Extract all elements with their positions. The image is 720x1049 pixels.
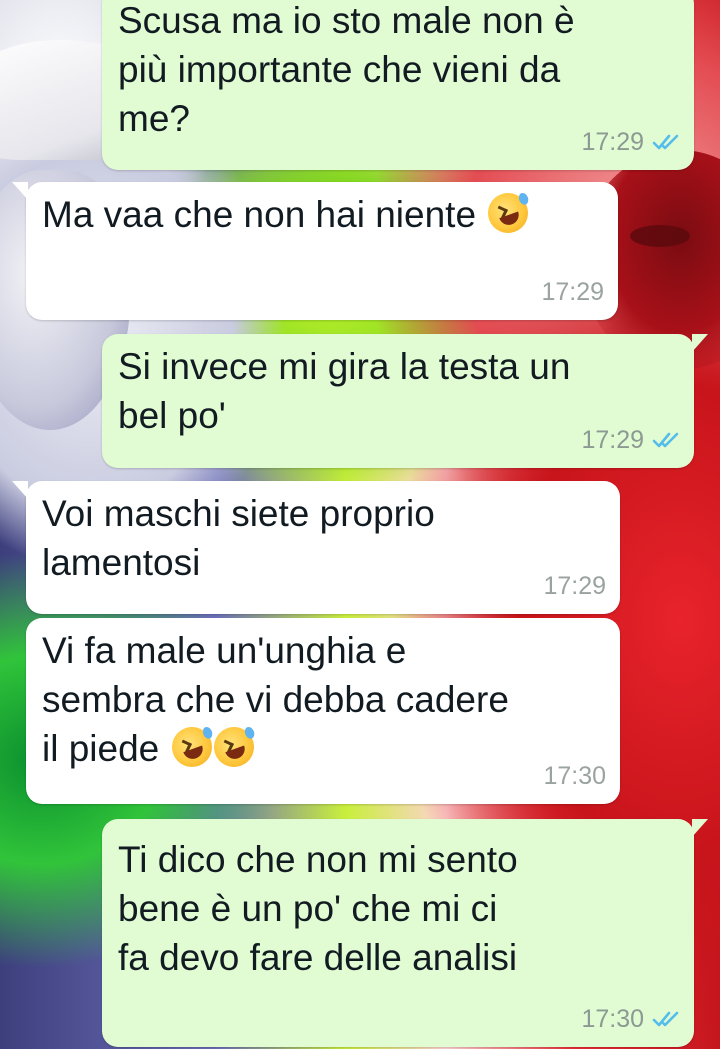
bubble-tail: [12, 182, 28, 200]
message-bubble-incoming[interactable]: Vi fa male un'unghia e sembra che vi deb…: [26, 618, 620, 804]
message-time: 17:30: [543, 762, 606, 790]
message-text: Ti dico che non mi sento bene è un po' c…: [118, 839, 518, 978]
message-list[interactable]: Scusa ma io sto male non è più important…: [0, 0, 720, 1049]
message-time: 17:30: [581, 1005, 644, 1033]
bubble-tail: [692, 819, 708, 837]
message-meta: 17:29: [581, 426, 680, 454]
message-meta: 17:29: [543, 572, 606, 600]
message-text-content: Ma vaa che non hai niente: [42, 194, 487, 235]
double-check-blue-icon: [652, 432, 679, 448]
double-check-blue-icon: [652, 134, 679, 150]
bubble-tail: [692, 334, 708, 352]
rolling-on-the-floor-laughing-icon: [482, 187, 534, 239]
message-text: Voi maschi siete proprio lamentosi: [42, 493, 435, 583]
message-text: Ma vaa che non hai niente: [42, 187, 604, 239]
message-meta: 17:29: [581, 128, 680, 156]
message-meta: 17:29: [541, 278, 604, 306]
message-text: Scusa ma io sto male non è più important…: [118, 0, 575, 139]
message-bubble-outgoing[interactable]: Si invece mi gira la testa un bel po' 17…: [102, 334, 708, 468]
message-bubble-incoming[interactable]: Voi maschi siete proprio lamentosi 17:29: [12, 481, 620, 614]
message-time: 17:29: [581, 128, 644, 156]
message-text-content: Vi fa male un'unghia e sembra che vi deb…: [42, 630, 509, 769]
bubble-tail: [12, 481, 28, 499]
rolling-on-the-floor-laughing-icon: [165, 721, 218, 773]
double-check-blue-icon: [652, 1011, 679, 1027]
message-meta: 17:30: [581, 1005, 680, 1033]
message-time: 17:29: [541, 278, 604, 306]
rolling-on-the-floor-laughing-icon: [207, 721, 260, 773]
message-bubble-outgoing[interactable]: Scusa ma io sto male non è più important…: [102, 0, 694, 170]
message-meta: 17:30: [543, 762, 606, 790]
message-time: 17:29: [581, 426, 644, 454]
message-text: Vi fa male un'unghia e sembra che vi deb…: [42, 626, 606, 773]
message-bubble-outgoing[interactable]: Ti dico che non mi sento bene è un po' c…: [102, 819, 708, 1047]
message-bubble-incoming[interactable]: Ma vaa che non hai niente 17:29: [12, 182, 618, 320]
message-time: 17:29: [543, 572, 606, 600]
